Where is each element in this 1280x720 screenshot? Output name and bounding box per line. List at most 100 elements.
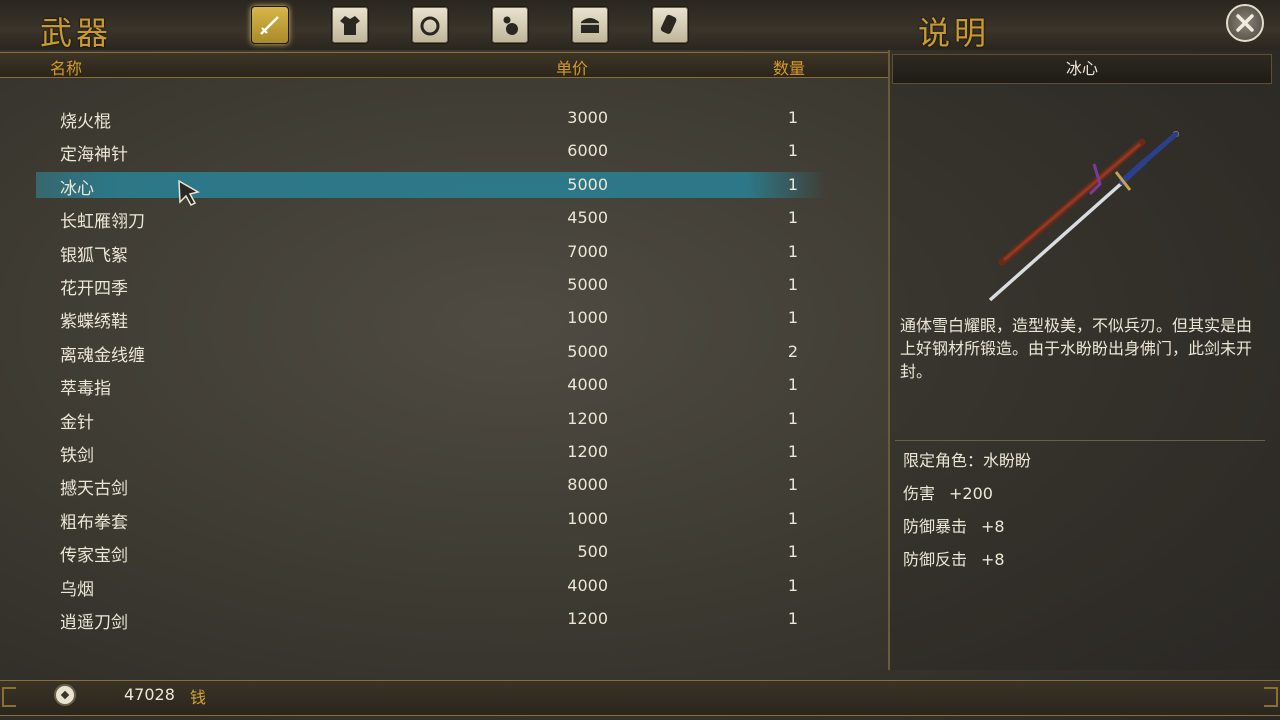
column-quantity: 数量 xyxy=(773,59,806,78)
table-row[interactable]: 定海神针 6000 1 xyxy=(0,134,888,167)
stat-value: +8 xyxy=(981,517,1005,536)
description-title: 说明 xyxy=(918,14,991,52)
item-name: 乌烟 xyxy=(60,579,94,600)
item-quantity: 1 xyxy=(787,442,798,461)
stat-label: 防御反击 xyxy=(903,550,968,569)
table-row[interactable]: 萃毒指 4000 1 xyxy=(0,368,888,401)
item-price: 5000 xyxy=(567,174,608,194)
table-row[interactable]: 烧火棍 3000 1 xyxy=(0,101,888,134)
item-quantity: 1 xyxy=(787,575,798,595)
item-quantity: 1 xyxy=(787,208,798,228)
list-header: 名称 单价 数量 xyxy=(0,52,888,78)
column-name: 名称 xyxy=(50,59,83,78)
item-quantity: 1 xyxy=(787,275,798,294)
stat-value: +200 xyxy=(949,484,993,503)
item-name: 逍遥刀剑 xyxy=(60,613,128,633)
item-price: 1000 xyxy=(567,308,608,328)
table-row[interactable]: 花开四季 5000 1 xyxy=(0,268,888,301)
category-title: 武器 xyxy=(40,14,113,52)
item-price: 4000 xyxy=(567,375,608,395)
table-row[interactable]: 乌烟 4000 1 xyxy=(0,569,888,602)
tab-consumables[interactable] xyxy=(491,6,529,44)
tab-accessory[interactable] xyxy=(411,6,449,44)
item-quantity: 1 xyxy=(787,174,798,194)
coin-icon xyxy=(54,684,76,706)
top-bar xyxy=(0,0,1280,50)
item-quantity: 1 xyxy=(787,241,798,261)
character-restriction: 限定角色：水盼盼 xyxy=(903,451,1032,470)
tab-items[interactable] xyxy=(571,6,609,44)
item-name: 冰心 xyxy=(60,178,94,199)
item-quantity: 1 xyxy=(787,141,798,161)
item-name: 银狐飞絮 xyxy=(60,245,128,266)
robe-icon xyxy=(340,16,360,35)
table-row[interactable]: 传家宝剑 500 1 xyxy=(0,535,888,568)
item-price: 7000 xyxy=(567,241,608,261)
item-quantity: 1 xyxy=(787,475,798,495)
table-row[interactable]: 紫蝶绣鞋 1000 1 xyxy=(0,301,888,334)
stat-label: 防御暴击 xyxy=(903,517,968,536)
item-name: 金针 xyxy=(60,412,94,433)
item-price: 3000 xyxy=(567,108,608,127)
item-name: 长虹雁翎刀 xyxy=(60,212,145,233)
stat-value: +8 xyxy=(981,550,1005,569)
item-name: 离魂金线缠 xyxy=(60,345,145,366)
item-name: 烧火棍 xyxy=(60,112,111,132)
table-row[interactable]: 长虹雁翎刀 4500 1 xyxy=(0,201,888,234)
stat-defense-counter: 防御反击 +8 xyxy=(903,546,1005,570)
item-name: 花开四季 xyxy=(60,279,128,299)
tab-armor[interactable] xyxy=(331,6,369,44)
item-price: 500 xyxy=(577,542,608,562)
mouse-cursor-icon xyxy=(178,180,200,206)
detail-item-name: 冰心 xyxy=(892,54,1272,84)
sword-image xyxy=(988,131,1179,302)
item-price: 1000 xyxy=(567,508,608,528)
item-price: 5000 xyxy=(567,341,608,361)
footer-ornament-left xyxy=(2,687,16,707)
chest-icon xyxy=(581,18,599,33)
footer-ornament-right xyxy=(1264,687,1278,707)
item-name: 萃毒指 xyxy=(60,379,111,400)
item-quantity: 1 xyxy=(787,508,798,528)
sword-icon xyxy=(260,16,279,35)
table-row[interactable]: 撼天古剑 8000 1 xyxy=(0,468,888,501)
close-button[interactable] xyxy=(1226,4,1264,42)
item-quantity: 1 xyxy=(787,375,798,395)
item-quantity: 1 xyxy=(787,408,798,428)
gourd-icon xyxy=(503,16,518,35)
stat-defense-crit: 防御暴击 +8 xyxy=(903,513,1005,537)
table-row[interactable]: 离魂金线缠 5000 2 xyxy=(0,335,888,368)
item-name: 粗布拳套 xyxy=(60,512,128,533)
money-amount: 47028 xyxy=(124,685,175,704)
stat-label: 伤害 xyxy=(903,484,936,503)
table-row[interactable]: 银狐飞絮 7000 1 xyxy=(0,235,888,268)
currency-label: 钱 xyxy=(190,688,207,707)
item-price: 8000 xyxy=(567,475,608,495)
table-row[interactable]: 逍遥刀剑 1200 1 xyxy=(0,602,888,635)
item-price: 4500 xyxy=(567,208,608,228)
item-name: 定海神针 xyxy=(60,145,128,166)
item-description: 通体雪白耀眼，造型极美，不似兵刃。但其实是由上好钢材所锻造。由于水盼盼出身佛门，… xyxy=(900,316,1253,381)
column-price: 单价 xyxy=(556,59,589,78)
close-icon xyxy=(1236,14,1254,32)
tab-weapons[interactable] xyxy=(251,6,289,44)
detail-separator xyxy=(895,440,1265,441)
scroll-icon xyxy=(660,14,677,34)
item-name: 铁剑 xyxy=(60,446,94,466)
item-quantity: 1 xyxy=(787,609,798,628)
table-row[interactable]: 金针 1200 1 xyxy=(0,402,888,435)
item-price: 1200 xyxy=(567,442,608,461)
tab-scrolls[interactable] xyxy=(651,6,689,44)
item-quantity: 1 xyxy=(787,108,798,127)
table-row[interactable]: 铁剑 1200 1 xyxy=(0,435,888,468)
item-price: 1200 xyxy=(567,609,608,628)
item-name: 撼天古剑 xyxy=(60,479,128,500)
item-price: 4000 xyxy=(567,575,608,595)
item-name: 传家宝剑 xyxy=(60,546,128,567)
item-price: 1200 xyxy=(567,408,608,428)
stat-damage: 伤害 +200 xyxy=(903,480,993,504)
table-row[interactable]: 粗布拳套 1000 1 xyxy=(0,502,888,535)
item-quantity: 1 xyxy=(787,542,798,562)
ring-icon xyxy=(420,16,440,36)
table-row[interactable]: 冰心 5000 1 xyxy=(0,168,888,201)
